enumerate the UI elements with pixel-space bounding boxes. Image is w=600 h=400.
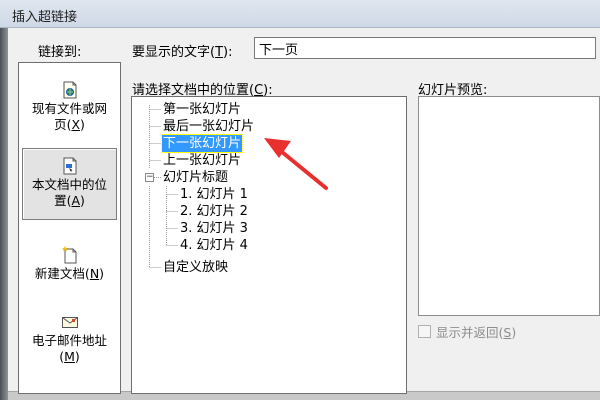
place-new-document[interactable]: 新建文档(N) bbox=[22, 246, 117, 296]
document-place-tree[interactable]: − 第一张幻灯片 最后一张幻灯片 下一张幻灯片 上一张幻灯片 幻灯片标题 1. … bbox=[131, 96, 407, 394]
window-title: 插入超链接 bbox=[12, 10, 78, 25]
place-email-address[interactable]: 电子邮件地址 (M) bbox=[22, 313, 117, 378]
tree-node-slide-titles[interactable]: 幻灯片标题 bbox=[162, 169, 229, 186]
link-to-label: 链接到: bbox=[38, 45, 82, 60]
slide-preview-box bbox=[418, 96, 600, 316]
document-place-icon bbox=[61, 157, 79, 175]
tree-node-last-slide[interactable]: 最后一张幻灯片 bbox=[162, 118, 255, 135]
new-document-icon bbox=[61, 246, 79, 264]
place-web-line2: 页(X) bbox=[54, 117, 85, 132]
email-icon bbox=[61, 313, 79, 331]
place-this-document[interactable]: 本文档中的位 置(A) bbox=[22, 148, 117, 220]
title-bar[interactable]: 插入超链接 bbox=[0, 0, 600, 28]
tree-node-previous-slide[interactable]: 上一张幻灯片 bbox=[162, 152, 242, 169]
display-text-input[interactable] bbox=[254, 37, 596, 59]
web-page-icon bbox=[61, 81, 79, 99]
link-to-places-bar: 现有文件或网 页(X) 本文档中的位 置(A) 新建文档(N) 电子邮件地址 (… bbox=[18, 62, 121, 394]
place-existing-file-or-web-page[interactable]: 现有文件或网 页(X) bbox=[22, 81, 117, 143]
tree-node-first-slide[interactable]: 第一张幻灯片 bbox=[162, 101, 242, 118]
show-and-return-option[interactable]: 显示并返回(S) bbox=[418, 322, 516, 341]
place-doc-line1: 本文档中的位 bbox=[31, 177, 107, 192]
display-text-label: 要显示的文字(T): bbox=[132, 45, 233, 60]
tree-node-slide-3[interactable]: 3. 幻灯片 3 bbox=[179, 220, 249, 237]
tree-node-slide-1[interactable]: 1. 幻灯片 1 bbox=[179, 186, 249, 203]
tree-node-slide-4[interactable]: 4. 幻灯片 4 bbox=[179, 237, 249, 254]
tree-node-custom-shows[interactable]: 自定义放映 bbox=[162, 259, 229, 276]
show-and-return-label: 显示并返回(S) bbox=[436, 325, 517, 340]
tree-expander-collapse[interactable]: − bbox=[145, 173, 154, 182]
place-mail-line1: 电子邮件地址 bbox=[31, 333, 107, 348]
place-mail-line2: (M) bbox=[59, 349, 80, 364]
place-web-line1: 现有文件或网 bbox=[31, 101, 107, 116]
tree-node-next-slide[interactable]: 下一张幻灯片 bbox=[160, 134, 244, 153]
place-doc-line2: 置(A) bbox=[54, 193, 85, 208]
place-new-line1: 新建文档(N) bbox=[34, 266, 105, 281]
show-and-return-checkbox[interactable] bbox=[418, 325, 431, 338]
tree-node-slide-2[interactable]: 2. 幻灯片 2 bbox=[179, 203, 249, 220]
window-left-edge bbox=[0, 28, 8, 400]
